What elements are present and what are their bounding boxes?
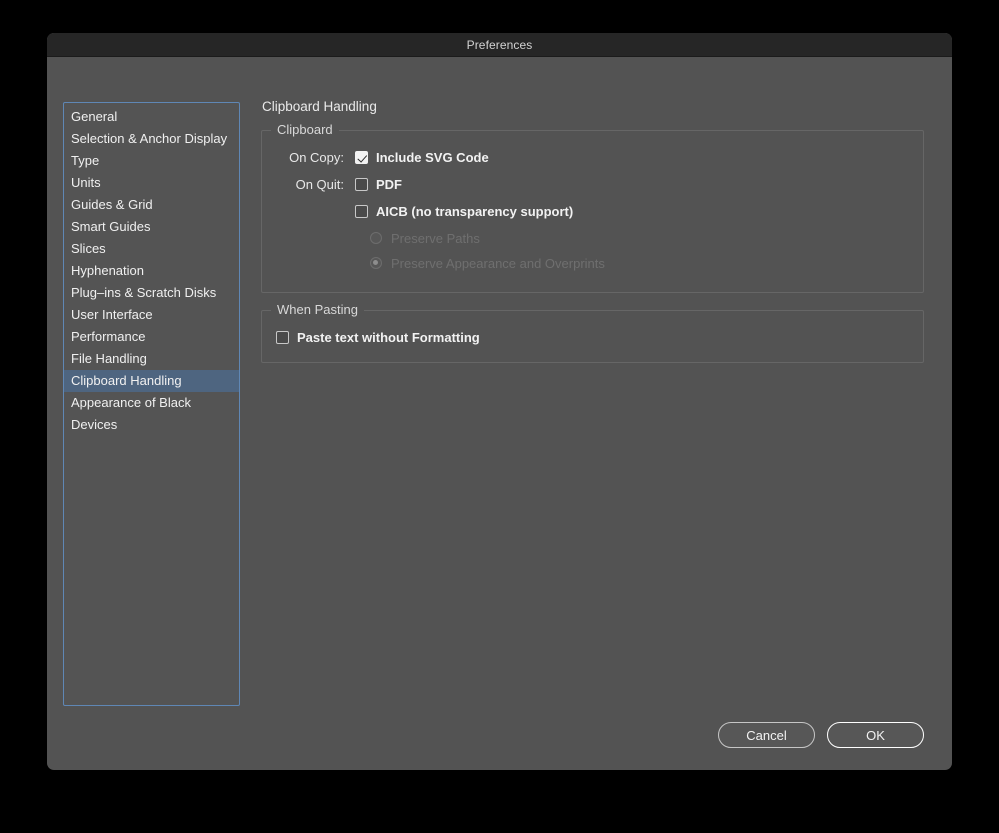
sidebar-item-clipboard-handling[interactable]: Clipboard Handling bbox=[64, 370, 239, 392]
window-title: Preferences bbox=[467, 38, 533, 52]
sidebar-item-units[interactable]: Units bbox=[64, 172, 239, 194]
aicb-checkbox[interactable] bbox=[355, 205, 368, 218]
preserve-paths-label: Preserve Paths bbox=[391, 231, 480, 246]
page-title: Clipboard Handling bbox=[261, 99, 924, 114]
on-quit-row: On Quit: PDF bbox=[276, 174, 909, 195]
clipboard-group: Clipboard On Copy: Include SVG Code On Q… bbox=[261, 130, 924, 293]
preferences-category-list[interactable]: General Selection & Anchor Display Type … bbox=[63, 102, 240, 706]
preserve-appearance-label: Preserve Appearance and Overprints bbox=[391, 256, 605, 271]
sidebar-item-selection-anchor-display[interactable]: Selection & Anchor Display bbox=[64, 128, 239, 150]
on-quit-label: On Quit: bbox=[276, 177, 355, 192]
sidebar-item-general[interactable]: General bbox=[64, 106, 239, 128]
sidebar-item-type[interactable]: Type bbox=[64, 150, 239, 172]
preserve-paths-radio bbox=[370, 232, 382, 244]
preserve-appearance-row: Preserve Appearance and Overprints bbox=[276, 253, 909, 273]
include-svg-checkbox[interactable] bbox=[355, 151, 368, 164]
preferences-window: Preferences General Selection & Anchor D… bbox=[47, 33, 952, 770]
pdf-checkbox[interactable] bbox=[355, 178, 368, 191]
sidebar-item-file-handling[interactable]: File Handling bbox=[64, 348, 239, 370]
on-copy-label: On Copy: bbox=[276, 150, 355, 165]
when-pasting-group-legend: When Pasting bbox=[271, 302, 364, 317]
sidebar-item-user-interface[interactable]: User Interface bbox=[64, 304, 239, 326]
aicb-label: AICB (no transparency support) bbox=[376, 204, 573, 219]
sidebar-item-smart-guides[interactable]: Smart Guides bbox=[64, 216, 239, 238]
on-copy-row: On Copy: Include SVG Code bbox=[276, 147, 909, 168]
include-svg-label: Include SVG Code bbox=[376, 150, 489, 165]
sidebar-item-guides-grid[interactable]: Guides & Grid bbox=[64, 194, 239, 216]
when-pasting-group: When Pasting Paste text without Formatti… bbox=[261, 310, 924, 363]
sidebar-item-slices[interactable]: Slices bbox=[64, 238, 239, 260]
preferences-main-panel: Clipboard Handling Clipboard On Copy: In… bbox=[261, 99, 924, 380]
window-body: General Selection & Anchor Display Type … bbox=[47, 57, 952, 770]
window-titlebar: Preferences bbox=[47, 33, 952, 57]
sidebar-item-hyphenation[interactable]: Hyphenation bbox=[64, 260, 239, 282]
clipboard-group-legend: Clipboard bbox=[271, 122, 339, 137]
paste-without-formatting-checkbox[interactable] bbox=[276, 331, 289, 344]
dialog-footer: Cancel OK bbox=[718, 722, 924, 748]
sidebar-item-performance[interactable]: Performance bbox=[64, 326, 239, 348]
pdf-label: PDF bbox=[376, 177, 402, 192]
sidebar-item-devices[interactable]: Devices bbox=[64, 414, 239, 436]
preserve-paths-row: Preserve Paths bbox=[276, 228, 909, 248]
ok-button[interactable]: OK bbox=[827, 722, 924, 748]
paste-without-formatting-label: Paste text without Formatting bbox=[297, 330, 480, 345]
sidebar-item-appearance-of-black[interactable]: Appearance of Black bbox=[64, 392, 239, 414]
aicb-row: AICB (no transparency support) bbox=[276, 201, 909, 222]
paste-plain-row: Paste text without Formatting bbox=[276, 327, 909, 348]
cancel-button[interactable]: Cancel bbox=[718, 722, 815, 748]
sidebar-item-plugins-scratch-disks[interactable]: Plug–ins & Scratch Disks bbox=[64, 282, 239, 304]
preserve-appearance-radio bbox=[370, 257, 382, 269]
